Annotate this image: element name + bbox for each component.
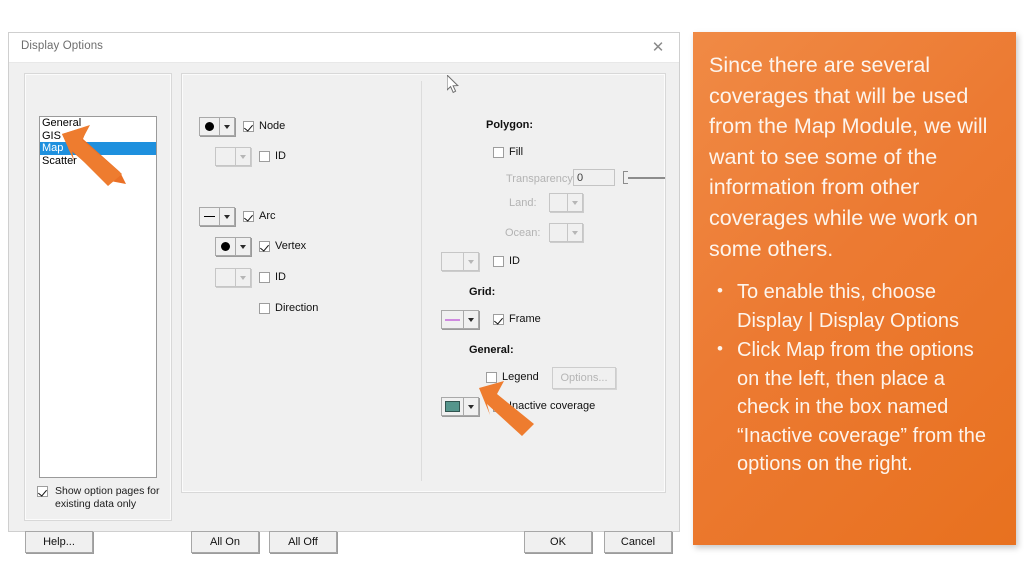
node-id-label: ID: [275, 150, 286, 162]
dot-icon: [205, 122, 214, 131]
instruction-bullet-list: To enable this, choose Display | Display…: [709, 277, 1000, 479]
fill-label: Fill: [509, 146, 524, 158]
ok-button[interactable]: OK: [524, 531, 592, 553]
inactive-coverage-symbol-combo[interactable]: [441, 397, 479, 416]
arc-symbol-face: [200, 208, 220, 225]
chevron-down-icon: [236, 148, 251, 165]
transparency-label: Transparency:: [506, 173, 576, 185]
polygon-id-checkbox[interactable]: [493, 256, 504, 267]
frame-checkbox[interactable]: [493, 314, 504, 325]
show-option-pages-label-line1: Show option pages for: [55, 485, 160, 497]
arc-id-label: ID: [275, 271, 286, 283]
slider-thumb[interactable]: [623, 171, 628, 184]
arc-id-symbol-face: [216, 269, 236, 286]
instruction-bullet-2: Click Map from the options on the left, …: [709, 335, 1000, 479]
node-id-symbol-face: [216, 148, 236, 165]
instruction-bullet-1: To enable this, choose Display | Display…: [709, 277, 1000, 335]
help-button[interactable]: Help...: [25, 531, 93, 553]
panel-divider: [421, 81, 422, 481]
node-id-symbol-combo: [215, 147, 251, 166]
display-settings-panel: [181, 73, 666, 493]
inactive-coverage-symbol-face: [442, 398, 464, 415]
arc-id-checkbox[interactable]: [259, 272, 270, 283]
screen: Display Options ✕ General GIS Map Scatte…: [0, 0, 1024, 576]
annotation-arrow-map: [62, 125, 126, 186]
dialog-title: Display Options: [21, 40, 104, 52]
polygon-id-symbol-combo: [441, 252, 479, 271]
dot-icon: [221, 242, 230, 251]
arc-symbol-combo[interactable]: [199, 207, 235, 226]
node-id-checkbox[interactable]: [259, 151, 270, 162]
land-color-face: [550, 194, 568, 211]
vertex-label: Vertex: [275, 240, 307, 252]
chevron-down-icon: [464, 253, 479, 270]
node-symbol-face: [200, 118, 220, 135]
instruction-paragraph: Since there are several coverages that w…: [709, 53, 988, 261]
arc-label: Arc: [259, 210, 276, 222]
show-option-pages-checkbox[interactable]: [37, 486, 48, 497]
node-symbol-combo[interactable]: [199, 117, 235, 136]
direction-checkbox[interactable]: [259, 303, 270, 314]
polygon-id-symbol-face: [442, 253, 464, 270]
legend-options-button: Options...: [552, 367, 616, 389]
fill-swatch-icon: [445, 401, 460, 412]
show-option-pages-label-line2: existing data only: [55, 498, 137, 510]
all-off-button[interactable]: All Off: [269, 531, 337, 553]
general-heading: General:: [469, 344, 514, 356]
cancel-button[interactable]: Cancel: [604, 531, 672, 553]
line-icon: [204, 215, 215, 217]
display-options-dialog: Display Options ✕ General GIS Map Scatte…: [8, 32, 680, 553]
node-label: Node: [259, 120, 286, 132]
chevron-down-icon: [568, 194, 583, 211]
land-color-combo: [549, 193, 583, 212]
vertex-symbol-face: [216, 238, 236, 255]
chevron-down-icon[interactable]: [220, 118, 235, 135]
node-checkbox[interactable]: [243, 121, 254, 132]
close-icon[interactable]: ✕: [645, 38, 671, 58]
vertex-symbol-combo[interactable]: [215, 237, 251, 256]
instruction-panel: Since there are several coverages that w…: [693, 32, 1016, 545]
polygon-heading: Polygon:: [486, 119, 534, 131]
annotation-arrow-inactive-coverage: [479, 381, 534, 436]
grid-heading: Grid:: [469, 286, 496, 298]
transparency-slider[interactable]: [623, 171, 665, 184]
transparency-input[interactable]: 0: [573, 169, 615, 186]
all-on-button[interactable]: All On: [191, 531, 259, 553]
ocean-label: Ocean:: [505, 227, 541, 239]
direction-label: Direction: [275, 302, 319, 314]
frame-label: Frame: [509, 313, 541, 325]
frame-symbol-combo[interactable]: [441, 310, 479, 329]
land-label: Land:: [509, 197, 537, 209]
chevron-down-icon[interactable]: [236, 238, 251, 255]
chevron-down-icon[interactable]: [220, 208, 235, 225]
show-option-pages-label: Show option pages for existing data only: [55, 485, 167, 511]
polygon-id-label: ID: [509, 255, 520, 267]
arc-checkbox[interactable]: [243, 211, 254, 222]
chevron-down-icon: [568, 224, 583, 241]
chevron-down-icon[interactable]: [464, 311, 479, 328]
ocean-color-face: [550, 224, 568, 241]
chevron-down-icon: [236, 269, 251, 286]
vertex-checkbox[interactable]: [259, 241, 270, 252]
grid-line-icon: [445, 318, 460, 321]
mouse-cursor: [447, 75, 459, 94]
ocean-color-combo: [549, 223, 583, 242]
slider-track: [627, 177, 665, 179]
frame-symbol-face: [442, 311, 464, 328]
arc-id-symbol-combo: [215, 268, 251, 287]
dialog-titlebar: Display Options ✕: [9, 33, 679, 63]
fill-checkbox[interactable]: [493, 147, 504, 158]
